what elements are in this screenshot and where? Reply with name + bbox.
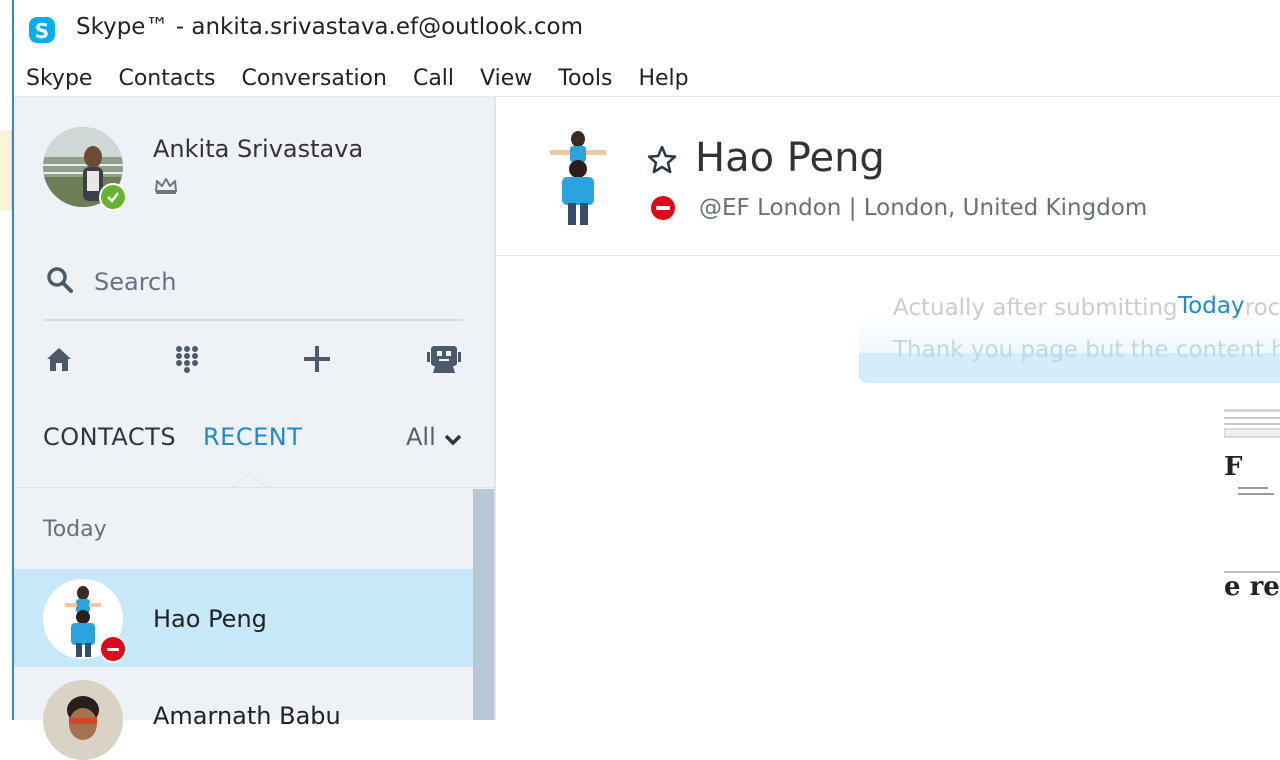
- contact-name[interactable]: Hao Peng: [695, 135, 885, 181]
- document-preview: F: [1223, 409, 1280, 495]
- hao-peng-photo: [528, 127, 628, 227]
- svg-text:S: S: [35, 19, 49, 43]
- window-title: Skype™ - ankita.srivastava.ef@outlook.co…: [76, 14, 584, 40]
- conversation-header: Hao Peng @EF London | London, United Kin…: [496, 97, 1280, 256]
- date-divider: Today: [1176, 293, 1247, 319]
- group-header-today: Today: [43, 517, 107, 542]
- tab-contacts[interactable]: CONTACTS: [43, 423, 176, 451]
- thumbnail-text: e re: [1224, 572, 1280, 602]
- attachment-thumbnail[interactable]: F: [1223, 407, 1280, 507]
- star-icon[interactable]: [646, 144, 678, 176]
- menu-view[interactable]: View: [480, 66, 532, 91]
- menu-skype[interactable]: Skype: [26, 66, 92, 91]
- menu-call[interactable]: Call: [413, 66, 454, 91]
- search-bar: [43, 257, 463, 321]
- recent-item-name: Hao Peng: [153, 605, 267, 633]
- recent-item-name: Amarnath Babu: [153, 702, 341, 730]
- menu-help[interactable]: Help: [638, 66, 688, 91]
- avatar: [43, 680, 123, 760]
- chevron-down-icon[interactable]: [443, 433, 463, 447]
- skype-logo-icon: S: [29, 17, 55, 43]
- add-button[interactable]: [299, 341, 335, 377]
- dnd-status-icon: [99, 635, 127, 663]
- dialpad-button[interactable]: [169, 341, 205, 377]
- profile-name[interactable]: Ankita Srivastava: [153, 135, 363, 163]
- dialpad-icon: [176, 346, 198, 373]
- attachment-thumbnail[interactable]: e re: [1224, 569, 1280, 605]
- recent-item-amarnath-babu[interactable]: Amarnath Babu: [14, 667, 473, 760]
- tabs-divider: [14, 487, 494, 488]
- filter-dropdown[interactable]: All: [406, 423, 436, 451]
- title-bar: S Skype™ - ankita.srivastava.ef@outlook.…: [14, 0, 1280, 60]
- search-input[interactable]: [92, 261, 456, 303]
- menu-conversation[interactable]: Conversation: [242, 66, 387, 91]
- bot-button[interactable]: [426, 341, 462, 377]
- dnd-status-icon: [651, 196, 675, 220]
- add-icon: [304, 346, 330, 372]
- home-button[interactable]: [41, 341, 77, 377]
- message-text: Thank you page but the content h: [893, 337, 1280, 363]
- home-icon: [47, 348, 71, 371]
- online-status-icon: [99, 183, 127, 211]
- recent-item-hao-peng[interactable]: Hao Peng: [14, 569, 473, 667]
- menu-tools[interactable]: Tools: [558, 66, 612, 91]
- background-window-fragment: [0, 130, 12, 210]
- contact-tabs: CONTACTS RECENT All: [43, 423, 463, 463]
- recent-list-scrollbar[interactable]: [473, 489, 494, 720]
- contact-info: @EF London | London, United Kingdom: [699, 195, 1148, 221]
- amarnath-babu-photo: [43, 680, 123, 760]
- conversation-pane: Hao Peng @EF London | London, United Kin…: [496, 97, 1280, 720]
- sidebar: Ankita Srivastava Search CONTACTS RECENT…: [14, 97, 494, 760]
- menu-bar: Skype Contacts Conversation Call View To…: [14, 60, 1280, 97]
- document-preview: e re: [1224, 571, 1280, 602]
- thumbnail-text: F: [1224, 452, 1243, 482]
- bot-icon: [427, 346, 461, 373]
- contact-avatar[interactable]: [528, 127, 628, 227]
- tab-recent[interactable]: RECENT: [203, 423, 302, 451]
- menu-contacts[interactable]: Contacts: [118, 66, 215, 91]
- crown-icon[interactable]: [154, 177, 178, 195]
- search-icon: [47, 267, 73, 293]
